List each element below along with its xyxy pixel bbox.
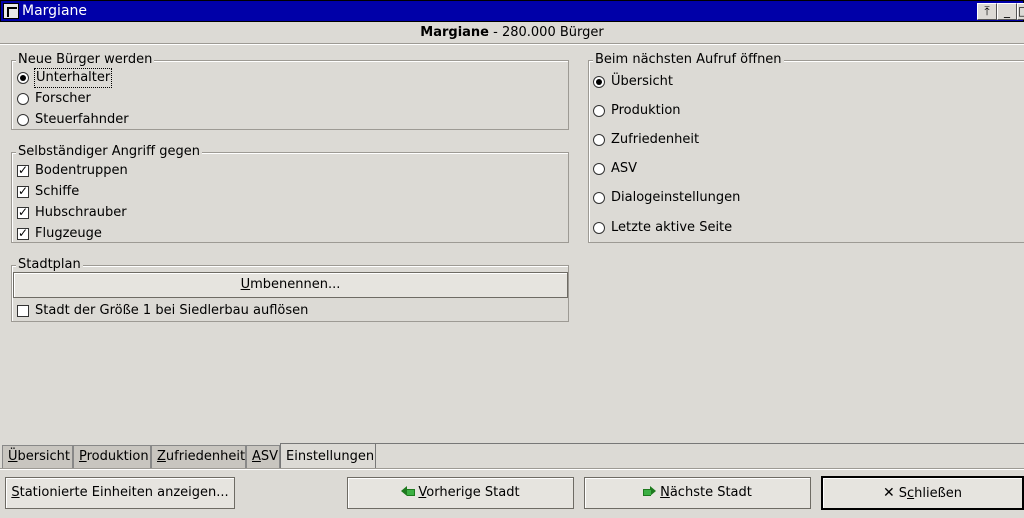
mnemonic: Ü [8,449,18,464]
next-open-legend: Beim nächsten Aufruf öffnen [593,52,784,68]
window-titlebar[interactable]: Margiane ⤒ _ □ [0,0,1024,22]
cityplan-legend: Stadtplan [16,257,83,273]
radio-icon[interactable] [17,114,29,126]
mnemonic: N [660,485,670,500]
tab-label: SV [260,449,279,464]
mnemonic: U [240,277,251,292]
radio-icon[interactable] [593,222,605,234]
button-label: tationierte Einheiten anzeigen... [19,485,229,500]
checkbox-icon[interactable] [17,225,29,241]
tab-label: Einstellungen [286,449,375,464]
mnemonic: P [79,449,87,464]
close-icon: ✕ [882,485,895,501]
mnemonic: A [252,449,261,464]
tab-settings[interactable]: Einstellungen [280,443,376,469]
citizens-legend: Neue Bürger werden [16,52,155,68]
separator [0,468,1024,470]
arrow-right-icon [643,486,657,497]
citizens-frame: Neue Bürger werden Unterhalter Forscher … [11,52,569,130]
button-label: ächste Stadt [669,485,752,500]
checkbox-icon[interactable] [17,183,29,199]
arrow-left-icon [401,486,416,497]
tab-label: roduktion [86,449,149,464]
option-label: Übersicht [611,74,673,89]
radio-icon[interactable] [593,163,605,175]
city-name: Margiane [420,25,489,40]
stick-button[interactable]: ⤒ [977,3,997,20]
option-label: Steuerfahnder [35,112,129,127]
checkbox-icon[interactable] [17,162,29,178]
option-label: Letzte aktive Seite [611,220,733,235]
city-header: Margiane - 280.000 Bürger [0,24,1024,42]
separator [0,43,1024,45]
radio-icon[interactable] [593,192,605,204]
radio-icon[interactable] [593,76,605,88]
option-label: Forscher [35,91,91,106]
radio-icon[interactable] [593,134,605,146]
radio-icon[interactable] [593,105,605,117]
mnemonic: Z [157,449,166,464]
radio-icon[interactable] [17,93,29,105]
maximize-button[interactable]: □ [1017,3,1024,20]
checkbox-icon[interactable] [17,305,29,317]
minimize-button[interactable]: _ [997,3,1017,20]
rename-button[interactable]: Umbenennen... [13,272,568,298]
checkbox-icon[interactable] [17,204,29,220]
mnemonic: S [11,485,20,500]
option-label: ASV [611,161,638,176]
close-button[interactable]: ✕ Schließen [821,476,1024,510]
option-label: Schiffe [35,184,80,199]
button-label: S [898,486,907,501]
button-label: mbenennen... [250,277,341,292]
option-label: Produktion [611,103,681,118]
city-population: - 280.000 Bürger [489,25,604,40]
option-label: Hubschrauber [35,205,127,220]
tab-overview[interactable]: Übersicht [2,445,73,468]
cityplan-frame: Stadtplan Umbenennen... Stadt der Größe … [11,257,569,322]
tab-label: bersicht [17,449,70,464]
window-title: Margiane [22,3,88,19]
previous-city-button[interactable]: Vorherige Stadt [347,477,574,509]
tab-label: ufriedenheit [165,449,246,464]
attack-frame: Selbständiger Angriff gegen Bodentruppen… [11,144,569,243]
option-label: Unterhalter [33,68,113,88]
option-label: Stadt der Größe 1 bei Siedlerbau auflöse… [35,303,309,318]
radio-icon[interactable] [17,72,29,84]
tab-bar: Übersicht Produktion Zufriedenheit ASV E… [0,443,1024,469]
tab-asv[interactable]: ASV [246,445,280,468]
next-open-frame: Beim nächsten Aufruf öffnen Übersicht Pr… [588,52,1024,243]
option-label: Bodentruppen [35,163,128,178]
next-city-button[interactable]: Nächste Stadt [584,477,811,509]
tab-production[interactable]: Produktion [73,445,151,468]
button-label: hließen [914,486,963,501]
option-label: Flugzeuge [35,226,102,241]
option-label: Zufriedenheit [611,132,700,147]
option-label: Dialogeinstellungen [611,190,741,205]
app-icon[interactable] [3,3,19,19]
attack-legend: Selbständiger Angriff gegen [16,144,202,160]
button-label: orherige Stadt [426,485,520,500]
tab-happiness[interactable]: Zufriedenheit [151,445,246,468]
show-units-button[interactable]: Stationierte Einheiten anzeigen... [5,477,235,509]
